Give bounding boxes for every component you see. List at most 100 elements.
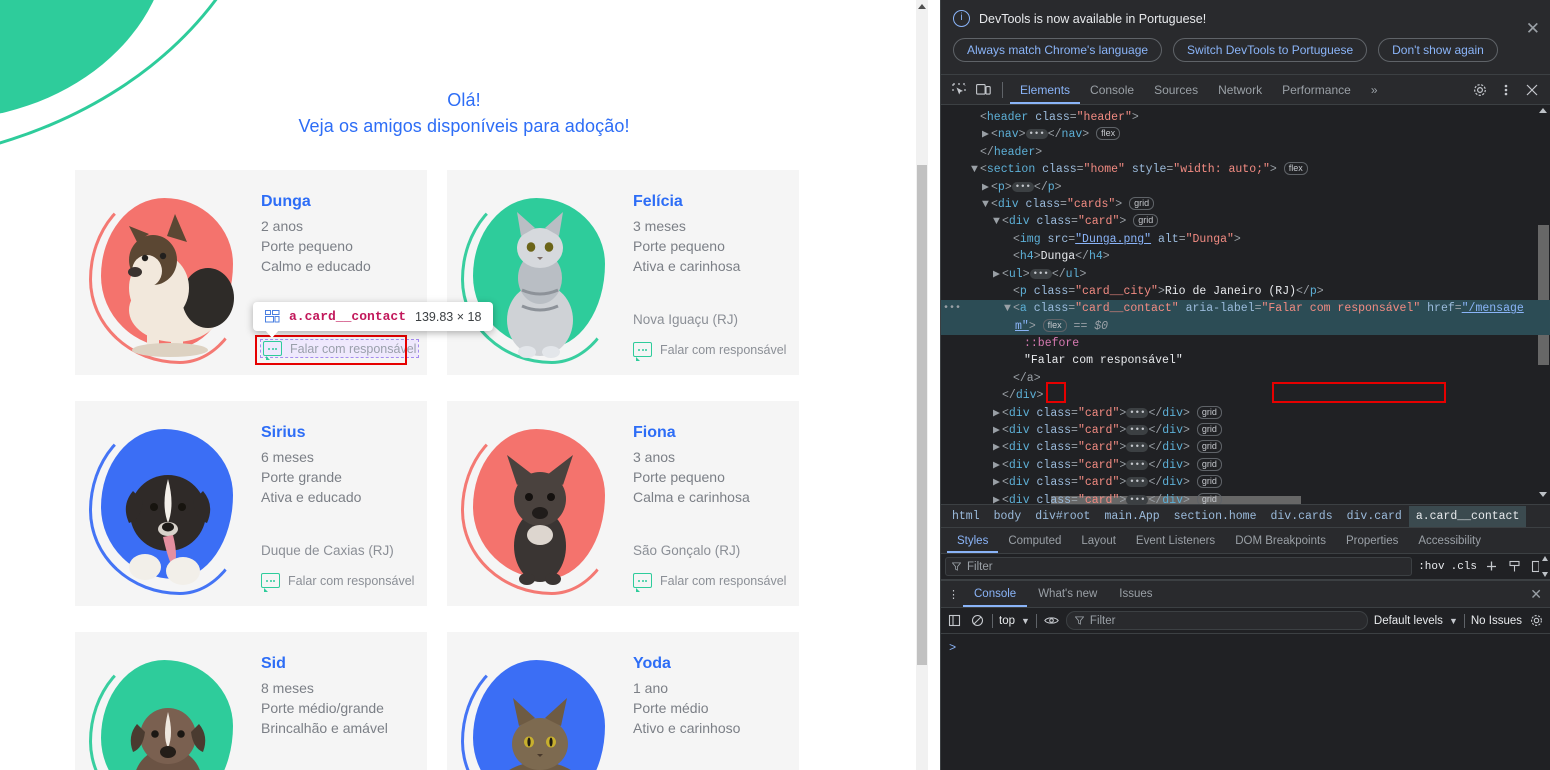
console-issues-count[interactable]: No Issues (1471, 615, 1522, 627)
dom-tree-line[interactable]: ▶ <div class="card"> ••• </div> grid (941, 474, 1550, 491)
tab-console[interactable]: Console (1080, 76, 1144, 104)
expand-arrow-icon[interactable]: ▼ (971, 161, 980, 178)
expand-arrow-icon[interactable]: ▼ (982, 196, 991, 213)
page-scrollbar-thumb[interactable] (917, 165, 927, 665)
drawer-tab-whats-new[interactable]: What's new (1027, 582, 1108, 607)
device-toolbar-icon[interactable] (971, 79, 995, 101)
breadcrumb-item[interactable]: section.home (1167, 506, 1264, 527)
console-sidebar-icon[interactable] (946, 612, 963, 629)
expand-arrow-icon[interactable]: ▶ (982, 179, 991, 196)
dom-tree-line[interactable]: <img src="Dunga.png" alt="Dunga"> (941, 231, 1550, 248)
hov-toggle[interactable]: :hov (1418, 561, 1444, 573)
console-context-selector[interactable]: top (999, 615, 1015, 627)
dom-tree-line[interactable]: ▶ <nav> ••• </nav> flex (941, 126, 1550, 143)
dont-show-again-button[interactable]: Don't show again (1378, 38, 1498, 62)
close-notice-icon[interactable]: ✕ (1526, 20, 1540, 37)
devtools-kebab-menu-icon[interactable] (1494, 79, 1518, 101)
live-expression-eye-icon[interactable] (1043, 612, 1060, 629)
styles-tab-layout[interactable]: Layout (1071, 529, 1126, 553)
settings-gear-icon[interactable] (1468, 79, 1492, 101)
more-tabs-chevron-icon[interactable]: » (1361, 76, 1388, 104)
styles-scrollbar[interactable] (1539, 554, 1550, 579)
always-match-language-button[interactable]: Always match Chrome's language (953, 38, 1163, 62)
drawer-tab-console[interactable]: Console (963, 582, 1027, 607)
dom-tree-line[interactable]: <p class="card__city">Rio de Janeiro (RJ… (941, 283, 1550, 300)
computed-styles-sidebar-icon[interactable] (1506, 558, 1523, 575)
breadcrumb-item[interactable]: a.card__contact (1408, 505, 1527, 527)
clear-console-icon[interactable] (969, 612, 986, 629)
expand-arrow-icon[interactable] (971, 144, 980, 161)
tab-sources[interactable]: Sources (1144, 76, 1208, 104)
expand-arrow-icon[interactable]: ▼ (993, 213, 1002, 230)
dom-tree-line[interactable]: ::before (941, 335, 1550, 352)
dom-tree-line[interactable]: ▼ <div class="card"> grid (941, 213, 1550, 230)
contact-owner-link[interactable]: Falar com responsável (259, 339, 420, 360)
styles-scroll-up-icon[interactable] (1542, 556, 1548, 561)
breadcrumb-item[interactable]: div.cards (1263, 506, 1339, 527)
dom-tree-line[interactable]: ▼ <section class="home" style="width: aut… (941, 161, 1550, 178)
expand-arrow-icon[interactable]: ▶ (993, 439, 1002, 456)
expand-arrow-icon[interactable]: ▶ (993, 266, 1002, 283)
dom-tree-line[interactable]: </header> (941, 144, 1550, 161)
expand-arrow-icon[interactable] (1004, 231, 1013, 248)
styles-tab-styles[interactable]: Styles (947, 529, 998, 553)
context-chevron-down-icon[interactable]: ▼ (1021, 616, 1030, 626)
dom-tree-selected-line-wrap[interactable]: m"> flex == $0 (941, 317, 1550, 336)
console-levels-selector[interactable]: Default levels (1374, 615, 1443, 627)
expand-arrow-icon[interactable] (1004, 248, 1013, 265)
expand-arrow-icon[interactable]: ▶ (993, 492, 1002, 504)
dom-tree-selected-line[interactable]: ••• ▼ <a class="card__contact" aria-label=… (941, 300, 1550, 318)
contact-owner-link[interactable]: Falar com responsável (633, 342, 786, 361)
inspect-element-icon[interactable] (947, 79, 971, 101)
expand-arrow-icon[interactable]: ▶ (993, 457, 1002, 474)
expand-arrow-icon[interactable]: ▶ (982, 126, 991, 143)
dom-tree-line[interactable]: ▶ <div class="card"> ••• </div> grid (941, 492, 1550, 504)
dom-tree[interactable]: <header class="header"> ▶ <nav> ••• </nav> f… (941, 105, 1550, 504)
expand-arrow-icon[interactable] (1015, 335, 1024, 352)
contact-owner-link[interactable]: Falar com responsável (633, 573, 786, 592)
breadcrumb-item[interactable]: main.App (1097, 506, 1166, 527)
drawer-tab-issues[interactable]: Issues (1108, 582, 1163, 607)
expand-arrow-icon[interactable] (1004, 370, 1013, 387)
console-settings-gear-icon[interactable] (1528, 612, 1545, 629)
drawer-kebab-menu-icon[interactable]: ⋮ (945, 588, 963, 601)
console-output[interactable]: > (941, 634, 1550, 766)
scroll-up-arrow-icon[interactable] (918, 4, 926, 9)
tab-performance[interactable]: Performance (1272, 76, 1361, 104)
breadcrumb-item[interactable]: div.card (1340, 506, 1409, 527)
expand-arrow-icon[interactable]: ▶ (993, 405, 1002, 422)
expand-arrow-icon[interactable] (993, 387, 1002, 404)
expand-arrow-icon[interactable]: ▶ (993, 474, 1002, 491)
dom-tree-line[interactable]: </div> (941, 387, 1550, 404)
dom-tree-line[interactable]: ▶ <div class="card"> ••• </div> grid (941, 457, 1550, 474)
breadcrumb-item[interactable]: div#root (1028, 506, 1097, 527)
styles-scroll-down-icon[interactable] (1542, 572, 1548, 577)
dom-tree-line[interactable]: ▼ <div class="cards"> grid (941, 196, 1550, 213)
styles-tab-accessibility[interactable]: Accessibility (1408, 529, 1491, 553)
dom-tree-line[interactable]: <header class="header"> (941, 109, 1550, 126)
styles-tab-dom-breakpoints[interactable]: DOM Breakpoints (1225, 529, 1336, 553)
expand-arrow-icon[interactable] (971, 109, 980, 126)
cls-toggle[interactable]: .cls (1451, 561, 1477, 573)
tab-network[interactable]: Network (1208, 76, 1272, 104)
styles-tab-event-listeners[interactable]: Event Listeners (1126, 529, 1225, 553)
close-drawer-icon[interactable]: ✕ (1530, 586, 1542, 603)
styles-tab-computed[interactable]: Computed (998, 529, 1071, 553)
dom-tree-line[interactable]: ▶ <div class="card"> ••• </div> grid (941, 405, 1550, 422)
dom-tree-line[interactable]: "Falar com responsável" (941, 352, 1550, 369)
page-scrollbar[interactable] (916, 0, 928, 770)
expand-arrow-icon[interactable]: ▼ (1004, 300, 1013, 317)
dom-tree-line[interactable]: ▶ <div class="card"> ••• </div> grid (941, 422, 1550, 439)
breadcrumb-item[interactable]: body (987, 506, 1029, 527)
breadcrumb-item[interactable]: html (945, 506, 987, 527)
styles-tab-properties[interactable]: Properties (1336, 529, 1408, 553)
dom-tree-line[interactable]: <h4>Dunga</h4> (941, 248, 1550, 265)
dom-tree-line[interactable]: ▶ <ul> ••• </ul> (941, 266, 1550, 283)
tab-elements[interactable]: Elements (1010, 76, 1080, 104)
switch-to-portuguese-button[interactable]: Switch DevTools to Portuguese (1173, 38, 1368, 62)
expand-arrow-icon[interactable]: ▶ (993, 422, 1002, 439)
close-devtools-icon[interactable] (1520, 79, 1544, 101)
dom-tree-line[interactable]: ▶ <div class="card"> ••• </div> grid (941, 439, 1550, 456)
dom-tree-line[interactable]: </a> (941, 370, 1550, 387)
expand-arrow-icon[interactable] (1004, 283, 1013, 300)
